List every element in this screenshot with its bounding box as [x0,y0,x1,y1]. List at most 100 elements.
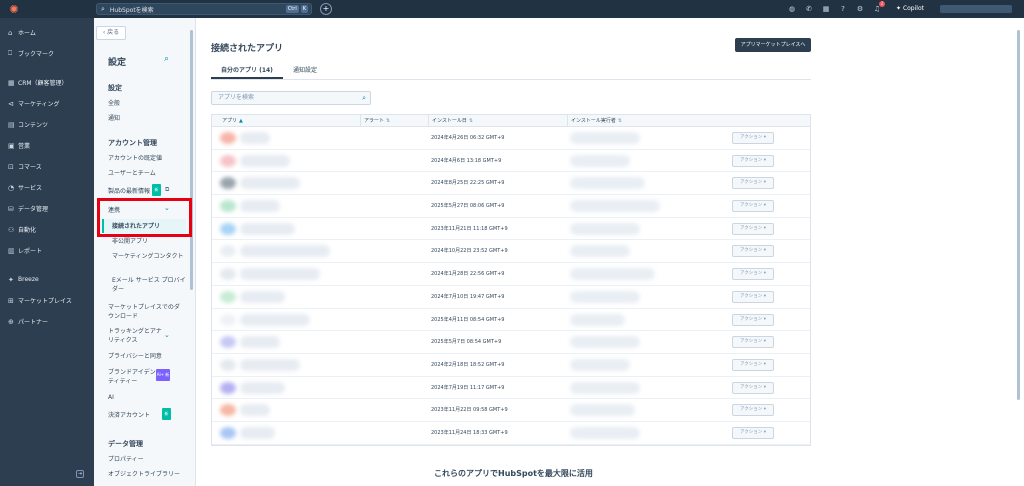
shortcut-key-k: K [300,5,308,13]
table-row[interactable]: 2025年4月11日 08:54 GMT+9 アクション ▾ [212,309,810,332]
nav-item-partner[interactable]: ⊕ パートナー [0,311,94,332]
actions-dropdown-button[interactable]: アクション ▾ [732,381,774,394]
tab-my-apps[interactable]: 自分のアプリ (14) [211,64,283,79]
main-scrollbar[interactable] [1017,30,1020,400]
table-row[interactable]: 2024年7月10日 19:47 GMT+9 アクション ▾ [212,286,810,309]
table-row[interactable]: 2023年11月21日 11:18 GMT+9 アクション ▾ [212,218,810,241]
new-badge: 新 [162,408,171,420]
table-row[interactable]: 2025年5月7日 08:54 GMT+9 アクション ▾ [212,331,810,354]
marketplace-icon[interactable]: ▦ [820,3,832,15]
install-date: 2023年11月21日 11:18 GMT+9 [431,225,508,232]
app-logo [220,132,236,144]
table-row[interactable]: 2024年2月18日 18:52 GMT+9 アクション ▾ [212,354,810,377]
global-search-input[interactable]: ⌕ HubSpotを検索 Ctrl K [96,3,312,15]
sort-icon: ⇅ [386,118,391,124]
installer-redacted [570,381,640,394]
actions-dropdown-button[interactable]: アクション ▾ [732,154,774,167]
settings-item-brand-identity[interactable]: ブランドアイデンティティー [108,368,160,386]
table-row[interactable]: 2023年11月24日 18:33 GMT+9 アクション ▾ [212,422,810,445]
hubspot-logo-icon[interactable]: ✺ [0,0,28,18]
settings-subitem-private-apps[interactable]: 非公開アプリ [112,237,148,246]
nav-item-service[interactable]: ◔ サービス [0,177,94,198]
settings-search-icon[interactable]: ⌕ [164,54,169,64]
nav-item-marketplace[interactable]: ⊞ マーケットプレイス [0,290,94,311]
tab-notification-settings[interactable]: 通知設定 [283,64,327,79]
table-row[interactable]: 2024年4月6日 13:18 GMT+9 アクション ▾ [212,150,810,173]
actions-dropdown-button[interactable]: アクション ▾ [732,336,774,349]
main-content: 接続されたアプリ アプリマーケットプレイスへ 自分のアプリ (14) 通知設定 … [197,18,1024,486]
table-row[interactable]: 2025年5月27日 08:06 GMT+9 アクション ▾ [212,195,810,218]
table-row[interactable]: 2024年4月26日 06:32 GMT+9 アクション ▾ [212,127,810,150]
installer-redacted [570,336,640,349]
nav-item-content[interactable]: ▤ コンテンツ [0,114,94,135]
settings-subitem-email-providers[interactable]: Eメール サービス プロバイダー [112,276,188,294]
settings-subitem-marketing-contacts[interactable]: マーケティングコンタクト [112,252,188,261]
back-button[interactable]: ‹ 戻る [96,26,126,40]
settings-gear-icon[interactable]: ⚙ [854,3,866,15]
settings-item-notifications[interactable]: 通知 [108,114,188,123]
settings-item-payment-account[interactable]: 決済アカウント [108,411,158,420]
actions-dropdown-button[interactable]: アクション ▾ [732,313,774,326]
table-row[interactable]: 2023年11月22日 09:58 GMT+9 アクション ▾ [212,399,810,422]
column-header-install-date[interactable]: インストール日 ⇅ [428,115,473,127]
marketing-icon: ⊲ [8,99,14,108]
actions-dropdown-button[interactable]: アクション ▾ [732,290,774,303]
column-header-alert[interactable]: アラート ⇅ [360,115,390,127]
actions-dropdown-button[interactable]: アクション ▾ [732,426,774,439]
app-logo [220,268,236,281]
app-marketplace-button[interactable]: アプリマーケットプレイスへ [735,38,811,52]
actions-dropdown-button[interactable]: アクション ▾ [732,177,774,190]
account-menu[interactable] [940,5,1012,13]
settings-item-marketplace-downloads[interactable]: マーケットプレイスでのダウンロード [108,303,180,321]
help-icon[interactable]: ? [837,3,849,15]
actions-dropdown-button[interactable]: アクション ▾ [732,132,774,144]
settings-item-users-teams[interactable]: ユーザーとチーム [108,169,188,178]
calling-icon[interactable]: ✆ [803,3,815,15]
upgrade-icon[interactable]: ◍ [786,3,798,15]
settings-item-general[interactable]: 全般 [108,99,188,108]
table-row[interactable]: 2024年8月25日 22:25 GMT+9 アクション ▾ [212,172,810,196]
settings-item-tracking-analytics[interactable]: トラッキングとアナリティクス [108,327,166,345]
nav-item-home[interactable]: ⌂ ホーム [0,22,94,43]
notifications-bell-icon[interactable]: ♫ 1 [871,1,885,15]
nav-item-crm[interactable]: ▦ CRM（顧客管理） [0,72,94,93]
actions-dropdown-button[interactable]: アクション ▾ [732,358,774,371]
search-shortcut: Ctrl K [285,5,308,13]
search-icon[interactable]: ⌕ [362,92,366,104]
nav-item-breeze[interactable]: ✦ Breeze [0,269,94,290]
settings-item-object-library[interactable]: オブジェクトライブラリー [108,470,188,479]
app-logo [220,245,236,258]
column-header-installed-by[interactable]: インストール実行者 ⇅ [567,115,622,127]
actions-dropdown-button[interactable]: アクション ▾ [732,222,774,235]
actions-dropdown-button[interactable]: アクション ▾ [732,404,774,417]
expand-nav-icon[interactable]: ⇥ [76,470,84,478]
settings-scrollbar[interactable] [190,30,193,290]
nav-label: CRM（顧客管理） [18,80,68,87]
settings-item-properties[interactable]: プロパティー [108,455,188,464]
tab-bar: 自分のアプリ (14) 通知設定 [211,64,811,80]
create-new-button[interactable]: + [320,3,332,15]
settings-item-account-defaults[interactable]: アカウントの既定値 [108,154,188,163]
app-name-redacted [240,404,270,417]
settings-item-privacy[interactable]: プライバシーと同意 [108,352,188,361]
actions-dropdown-button[interactable]: アクション ▾ [732,245,774,258]
table-row[interactable]: 2024年10月22日 23:52 GMT+9 アクション ▾ [212,240,810,264]
nav-item-automation[interactable]: ⚇ 自動化 [0,219,94,240]
app-search-input[interactable]: アプリを検索 ⌕ [211,91,371,105]
actions-dropdown-button[interactable]: アクション ▾ [732,268,774,281]
table-row[interactable]: 2024年7月19日 11:17 GMT+9 アクション ▾ [212,377,810,400]
nav-item-bookmarks[interactable]: ⎕ ブックマーク [0,43,94,64]
settings-item-ai[interactable]: AI [108,393,188,402]
nav-item-data-management[interactable]: ⛁ データ管理 [0,198,94,219]
nav-item-commerce[interactable]: ⊡ コマース [0,156,94,177]
nav-item-reports[interactable]: ▥ レポート [0,240,94,261]
app-name-redacted [240,426,275,439]
installer-redacted [570,132,640,144]
table-row[interactable]: 2024年1月28日 22:56 GMT+9 アクション ▾ [212,263,810,286]
nav-item-sales[interactable]: ▣ 営業 [0,135,94,156]
nav-item-marketing[interactable]: ⊲ マーケティング [0,93,94,114]
copilot-button[interactable]: ✦ Copilot [896,3,924,15]
chevron-down-icon[interactable]: ⌄ [164,331,170,339]
actions-dropdown-button[interactable]: アクション ▾ [732,200,774,213]
column-header-app[interactable]: アプリ ▲ [222,115,243,127]
